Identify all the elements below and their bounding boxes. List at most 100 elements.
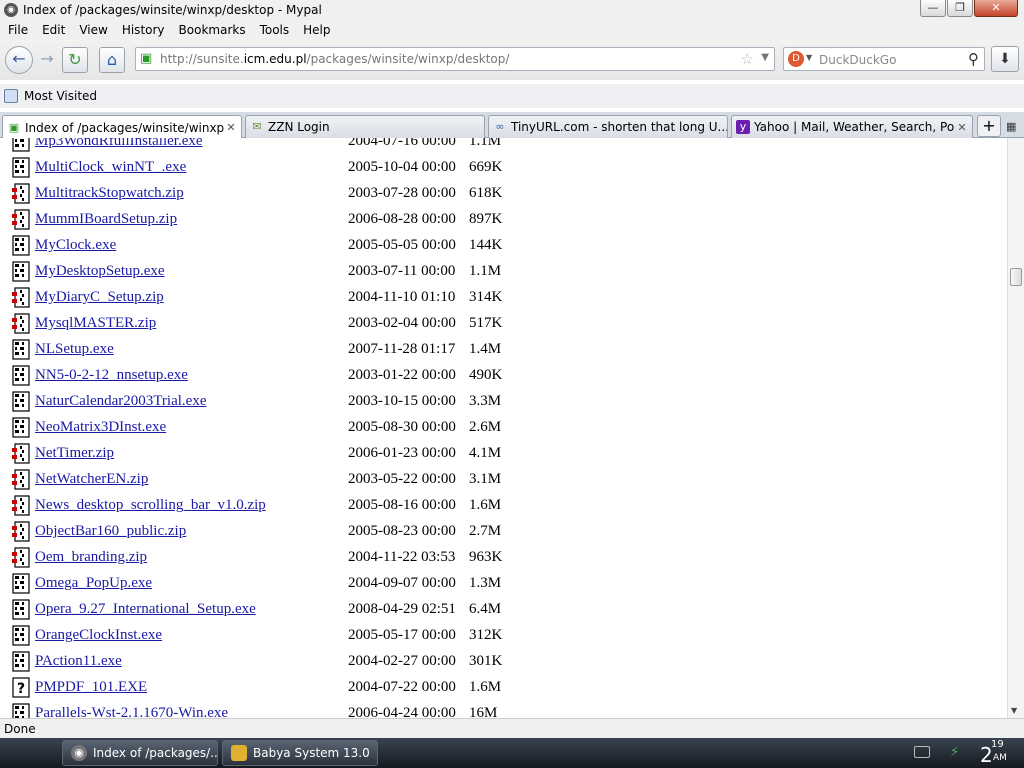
scrollbar-thumb[interactable] <box>1010 268 1022 286</box>
search-engine-dropdown-icon[interactable]: ▼ <box>806 53 812 62</box>
list-item: NetWatcherEN.zip 2003-05-22 00:00 3.1M <box>0 469 1000 495</box>
file-link[interactable]: MultiClock_winNT_.exe <box>35 159 186 176</box>
file-size: 4.1M <box>469 445 502 461</box>
keyboard-icon[interactable] <box>914 746 930 758</box>
binary-file-icon[interactable] <box>12 157 30 178</box>
file-link[interactable]: News_desktop_scrolling_bar_v1.0.zip <box>35 497 266 514</box>
search-icon[interactable]: ⚲ <box>968 50 979 68</box>
tab-yahoo[interactable]: y Yahoo | Mail, Weather, Search, Politi.… <box>731 115 973 138</box>
tab-zzn[interactable]: ✉ ZZN Login <box>245 115 485 138</box>
menu-tools[interactable]: Tools <box>260 23 290 37</box>
file-link[interactable]: Oem_branding.zip <box>35 549 147 566</box>
scroll-down-arrow-icon[interactable]: ▼ <box>1011 706 1017 715</box>
file-date: 2004-11-10 01:10 <box>348 289 456 305</box>
home-button[interactable]: ⌂ <box>99 47 125 73</box>
tab-tinyurl[interactable]: ∞ TinyURL.com - shorten that long U... <box>488 115 728 138</box>
menu-edit[interactable]: Edit <box>42 23 65 37</box>
taskbar-item-babya[interactable]: Babya System 13.0 <box>222 740 378 766</box>
file-link[interactable]: Parallels-Wst-2.1.1670-Win.exe <box>35 705 228 718</box>
forward-button[interactable]: → <box>34 47 60 73</box>
file-link[interactable]: MysqlMASTER.zip <box>35 315 156 332</box>
file-link[interactable]: NeoMatrix3DInst.exe <box>35 419 166 436</box>
url-text[interactable]: http://sunsite.icm.edu.pl/packages/winsi… <box>160 52 509 66</box>
file-date: 2006-04-24 00:00 <box>348 705 456 718</box>
menu-file[interactable]: File <box>8 23 28 37</box>
file-link[interactable]: NN5-0-2-12_nnsetup.exe <box>35 367 188 384</box>
downloads-button[interactable]: ⬇ <box>991 46 1019 72</box>
menu-bookmarks[interactable]: Bookmarks <box>179 23 246 37</box>
vertical-scrollbar[interactable]: ▼ <box>1007 138 1024 718</box>
duckduckgo-icon[interactable]: D <box>788 51 804 67</box>
file-link[interactable]: Omega_PopUp.exe <box>35 575 152 592</box>
tab-index[interactable]: ▣ Index of /packages/winsite/winxp/d... … <box>2 115 242 139</box>
compressed-file-icon[interactable] <box>12 547 30 568</box>
close-button[interactable]: ✕ <box>974 0 1018 17</box>
binary-file-icon[interactable] <box>12 391 30 412</box>
menu-view[interactable]: View <box>79 23 107 37</box>
binary-file-icon[interactable] <box>12 417 30 438</box>
minimize-button[interactable]: — <box>920 0 946 17</box>
compressed-file-icon[interactable] <box>12 443 30 464</box>
search-input[interactable]: DuckDuckGo <box>819 53 896 67</box>
file-link[interactable]: Mp3WondRfullInstaller.exe <box>35 138 203 150</box>
tab-label: ZZN Login <box>268 120 330 134</box>
site-identity-icon[interactable]: ▣ <box>140 52 156 66</box>
maximize-button[interactable]: ❐ <box>947 0 973 17</box>
compressed-file-icon[interactable] <box>12 287 30 308</box>
file-link[interactable]: MyClock.exe <box>35 237 116 254</box>
binary-file-icon[interactable] <box>12 599 30 620</box>
close-tab-icon[interactable]: ✕ <box>955 121 969 134</box>
file-size: 3.1M <box>469 471 502 487</box>
compressed-file-icon[interactable] <box>12 469 30 490</box>
most-visited-bookmark[interactable]: Most Visited <box>24 89 97 103</box>
file-link[interactable]: NaturCalendar2003Trial.exe <box>35 393 206 410</box>
file-link[interactable]: NetWatcherEN.zip <box>35 471 148 488</box>
file-link[interactable]: PAction11.exe <box>35 653 122 670</box>
file-link[interactable]: MyDiaryC_Setup.zip <box>35 289 164 306</box>
binary-file-icon[interactable] <box>12 138 30 152</box>
binary-file-icon[interactable] <box>12 651 30 672</box>
file-size: 1.4M <box>469 341 502 357</box>
unknown-file-icon[interactable]: ? <box>12 677 30 698</box>
binary-file-icon[interactable] <box>12 625 30 646</box>
file-size: 1.1M <box>469 138 502 149</box>
list-item: MysqlMASTER.zip 2003-02-04 00:00 517K <box>0 313 1000 339</box>
file-link[interactable]: OrangeClockInst.exe <box>35 627 162 644</box>
binary-file-icon[interactable] <box>12 365 30 386</box>
bookmark-star-icon[interactable]: ☆ <box>741 50 754 68</box>
new-tab-button[interactable]: + <box>977 115 1001 137</box>
back-button[interactable]: ← <box>5 46 33 74</box>
file-link[interactable]: ObjectBar160_public.zip <box>35 523 186 540</box>
file-link[interactable]: MultitrackStopwatch.zip <box>35 185 184 202</box>
compressed-file-icon[interactable] <box>12 521 30 542</box>
compressed-file-icon[interactable] <box>12 209 30 230</box>
binary-file-icon[interactable] <box>12 339 30 360</box>
reload-button[interactable]: ↻ <box>62 47 88 73</box>
file-size: 144K <box>469 237 503 253</box>
binary-file-icon[interactable] <box>12 261 30 282</box>
history-dropdown-icon[interactable]: ▼ <box>761 52 769 63</box>
binary-file-icon[interactable] <box>12 573 30 594</box>
file-date: 2003-07-11 00:00 <box>348 263 456 279</box>
file-link[interactable]: PMPDF_101.EXE <box>35 679 147 696</box>
file-link[interactable]: MyDesktopSetup.exe <box>35 263 165 280</box>
menu-history[interactable]: History <box>122 23 165 37</box>
file-link[interactable]: Opera_9.27_International_Setup.exe <box>35 601 256 618</box>
list-item: PAction11.exe 2004-02-27 00:00 301K <box>0 651 1000 677</box>
search-bar[interactable]: D ▼ DuckDuckGo ⚲ <box>783 47 985 71</box>
file-link[interactable]: NetTimer.zip <box>35 445 114 462</box>
compressed-file-icon[interactable] <box>12 183 30 204</box>
url-bar[interactable]: ▣ http://sunsite.icm.edu.pl/packages/win… <box>135 47 775 71</box>
menu-help[interactable]: Help <box>303 23 330 37</box>
compressed-file-icon[interactable] <box>12 313 30 334</box>
taskbar-item-browser[interactable]: ◉ Index of /packages/... <box>62 740 218 766</box>
binary-file-icon[interactable] <box>12 703 30 718</box>
file-link[interactable]: MummIBoardSetup.zip <box>35 211 177 228</box>
list-all-tabs-icon[interactable]: ▦ <box>1006 120 1020 134</box>
compressed-file-icon[interactable] <box>12 495 30 516</box>
close-tab-icon[interactable]: ✕ <box>224 121 238 134</box>
file-date: 2005-05-17 00:00 <box>348 627 456 643</box>
binary-file-icon[interactable] <box>12 235 30 256</box>
file-link[interactable]: NLSetup.exe <box>35 341 114 358</box>
network-icon[interactable]: ⚡ <box>950 745 959 760</box>
